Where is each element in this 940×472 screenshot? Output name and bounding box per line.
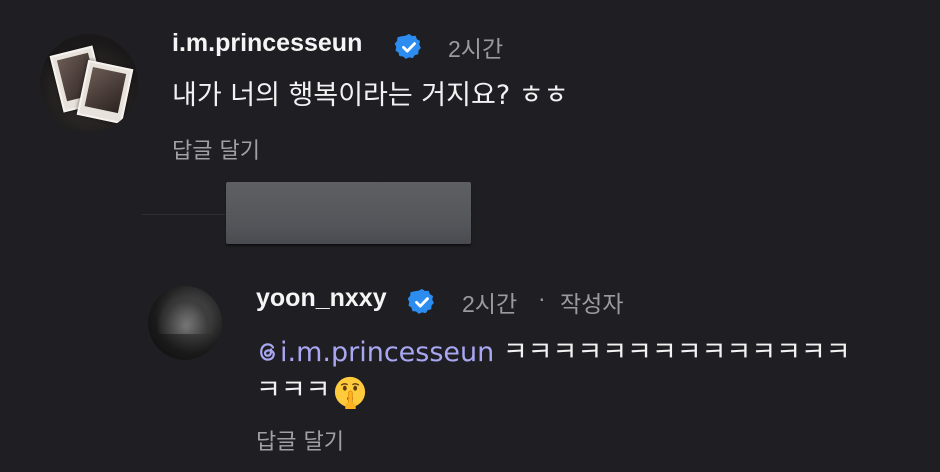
separator-dot: · xyxy=(538,285,546,311)
laugh-text: ㅋㅋㅋㅋㅋㅋㅋㅋㅋㅋㅋㅋㅋㅋ xyxy=(494,337,851,368)
comment-text: i.m.princesseun ㅋㅋㅋㅋㅋㅋㅋㅋㅋㅋㅋㅋㅋㅋ xyxy=(256,333,851,373)
mention-link[interactable]: i.m.princesseun xyxy=(256,337,494,368)
polaroid-image xyxy=(76,59,134,125)
avatar[interactable] xyxy=(40,34,138,132)
verified-badge-icon xyxy=(407,288,434,314)
redacted-block xyxy=(226,182,471,244)
reply-button[interactable]: 답글 달기 xyxy=(256,424,344,456)
threads-at-icon xyxy=(260,343,275,361)
comment-text: 내가 너의 행복이라는 거지요? ㅎㅎ xyxy=(172,80,569,111)
avatar[interactable] xyxy=(148,286,222,360)
username[interactable]: yoon_nxxy xyxy=(256,284,387,313)
laugh-text: ㅋㅋㅋ xyxy=(256,375,331,406)
timestamp: 2시간 xyxy=(462,291,518,317)
shushing-face-icon xyxy=(334,376,365,409)
username[interactable]: i.m.princesseun xyxy=(172,29,362,58)
timestamp: 2시간 xyxy=(448,36,504,62)
author-badge: 작성자 xyxy=(560,291,624,317)
mention-username[interactable]: i.m.princesseun xyxy=(280,337,494,368)
reply-button[interactable]: 답글 달기 xyxy=(172,133,260,165)
verified-badge-icon xyxy=(394,33,421,59)
comment-text-continued: ㅋㅋㅋ xyxy=(256,371,367,411)
